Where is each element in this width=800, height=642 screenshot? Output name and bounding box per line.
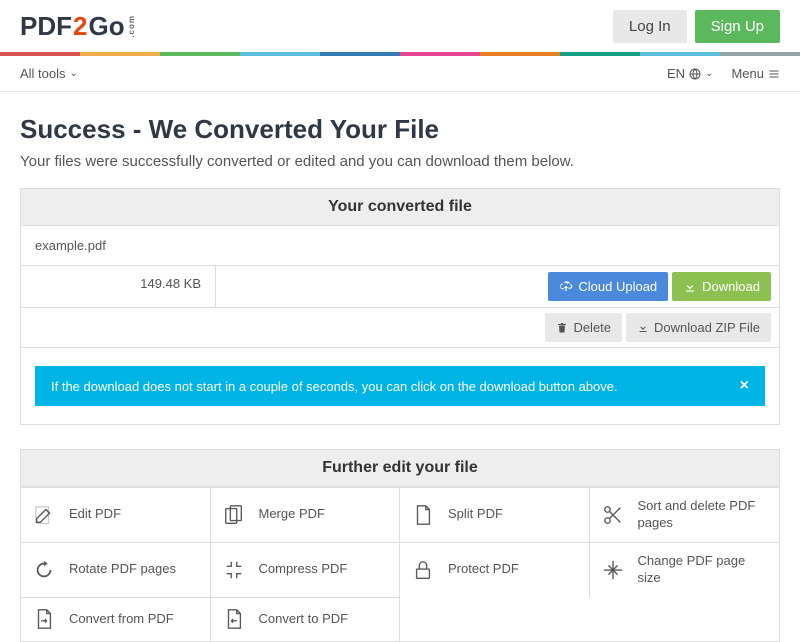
compress-icon: [223, 559, 245, 581]
logo[interactable]: PDF 2 Go .com: [20, 11, 136, 42]
download-icon: [637, 322, 649, 334]
rotate-icon: [33, 559, 55, 581]
file-primary-actions: Cloud Upload Download: [216, 266, 779, 307]
all-tools-dropdown[interactable]: All tools ⌄: [20, 66, 78, 81]
download-zip-button[interactable]: Download ZIP File: [626, 313, 771, 342]
file-name-row: example.pdf: [21, 226, 779, 266]
download-alert: If the download does not start in a coup…: [35, 366, 765, 406]
alert-close-button[interactable]: ×: [740, 377, 749, 395]
page-title: Success - We Converted Your File: [20, 114, 780, 145]
page-subtitle: Your files were successfully converted o…: [20, 153, 780, 170]
file-size: 149.48 KB: [21, 266, 216, 307]
split-icon: [412, 504, 434, 526]
merge-icon: [223, 504, 245, 526]
tool-convert-to-pdf[interactable]: Convert to PDF: [211, 597, 401, 641]
tools-grid: Edit PDF Merge PDF Split PDF Sort and de…: [20, 487, 780, 642]
tool-convert-from-pdf[interactable]: Convert from PDF: [21, 597, 211, 641]
alert-text: If the download does not start in a coup…: [51, 379, 618, 394]
tool-label: Compress PDF: [259, 561, 348, 578]
delete-button[interactable]: Delete: [545, 313, 622, 342]
chevron-down-icon: ⌄: [705, 68, 713, 79]
globe-icon: [689, 68, 701, 80]
signup-button[interactable]: Sign Up: [695, 10, 780, 43]
download-zip-label: Download ZIP File: [654, 320, 760, 335]
menu-label: Menu: [731, 66, 764, 81]
tool-label: Split PDF: [448, 506, 503, 523]
tool-label: Protect PDF: [448, 561, 519, 578]
download-button[interactable]: Download: [672, 272, 771, 301]
tool-label: Convert from PDF: [69, 611, 174, 628]
header-buttons: Log In Sign Up: [613, 10, 780, 43]
all-tools-label: All tools: [20, 66, 66, 81]
converted-panel-header: Your converted file: [21, 189, 779, 226]
download-label: Download: [702, 279, 760, 294]
trash-icon: [556, 322, 568, 334]
tool-label: Rotate PDF pages: [69, 561, 176, 578]
alert-container: If the download does not start in a coup…: [21, 348, 779, 424]
logo-com: .com: [127, 15, 136, 38]
tool-label: Sort and delete PDF pages: [638, 498, 768, 532]
tool-label: Merge PDF: [259, 506, 325, 523]
tool-label: Convert to PDF: [259, 611, 349, 628]
sub-nav: All tools ⌄ EN ⌄ Menu: [0, 56, 800, 92]
cloud-upload-label: Cloud Upload: [578, 279, 657, 294]
edit-icon: [33, 504, 55, 526]
header: PDF 2 Go .com Log In Sign Up: [0, 0, 800, 52]
tool-rotate-pdf[interactable]: Rotate PDF pages: [21, 542, 211, 597]
tool-protect-pdf[interactable]: Protect PDF: [400, 542, 590, 597]
login-button[interactable]: Log In: [613, 10, 687, 43]
tools-section: Further edit your file Edit PDF Merge PD…: [20, 449, 780, 642]
menu-dropdown[interactable]: Menu: [731, 66, 780, 81]
tool-split-pdf[interactable]: Split PDF: [400, 487, 590, 542]
file-info-row: 149.48 KB Cloud Upload Download: [21, 266, 779, 308]
cloud-upload-icon: [559, 280, 573, 294]
chevron-down-icon: ⌄: [70, 68, 78, 79]
tool-sort-delete-pdf[interactable]: Sort and delete PDF pages: [590, 487, 780, 542]
delete-label: Delete: [573, 320, 611, 335]
rainbow-divider: [0, 52, 800, 56]
tools-header: Further edit your file: [20, 449, 780, 487]
language-dropdown[interactable]: EN ⌄: [667, 66, 713, 81]
resize-icon: [602, 559, 624, 581]
logo-pdf: PDF: [20, 11, 72, 42]
hamburger-icon: [768, 68, 780, 80]
scissors-icon: [602, 504, 624, 526]
file-secondary-actions: Delete Download ZIP File: [21, 308, 779, 348]
logo-two: 2: [73, 11, 87, 42]
cloud-upload-button[interactable]: Cloud Upload: [548, 272, 668, 301]
main: Success - We Converted Your File Your fi…: [0, 92, 800, 435]
download-icon: [683, 280, 697, 294]
converted-panel: Your converted file example.pdf 149.48 K…: [20, 188, 780, 425]
tool-edit-pdf[interactable]: Edit PDF: [21, 487, 211, 542]
tool-compress-pdf[interactable]: Compress PDF: [211, 542, 401, 597]
tool-resize-pdf[interactable]: Change PDF page size: [590, 542, 780, 597]
tool-label: Edit PDF: [69, 506, 121, 523]
convert-to-icon: [223, 608, 245, 630]
tool-label: Change PDF page size: [638, 553, 768, 587]
logo-go: Go: [88, 11, 124, 42]
language-label: EN: [667, 66, 685, 81]
convert-from-icon: [33, 608, 55, 630]
tool-merge-pdf[interactable]: Merge PDF: [211, 487, 401, 542]
lock-icon: [412, 559, 434, 581]
